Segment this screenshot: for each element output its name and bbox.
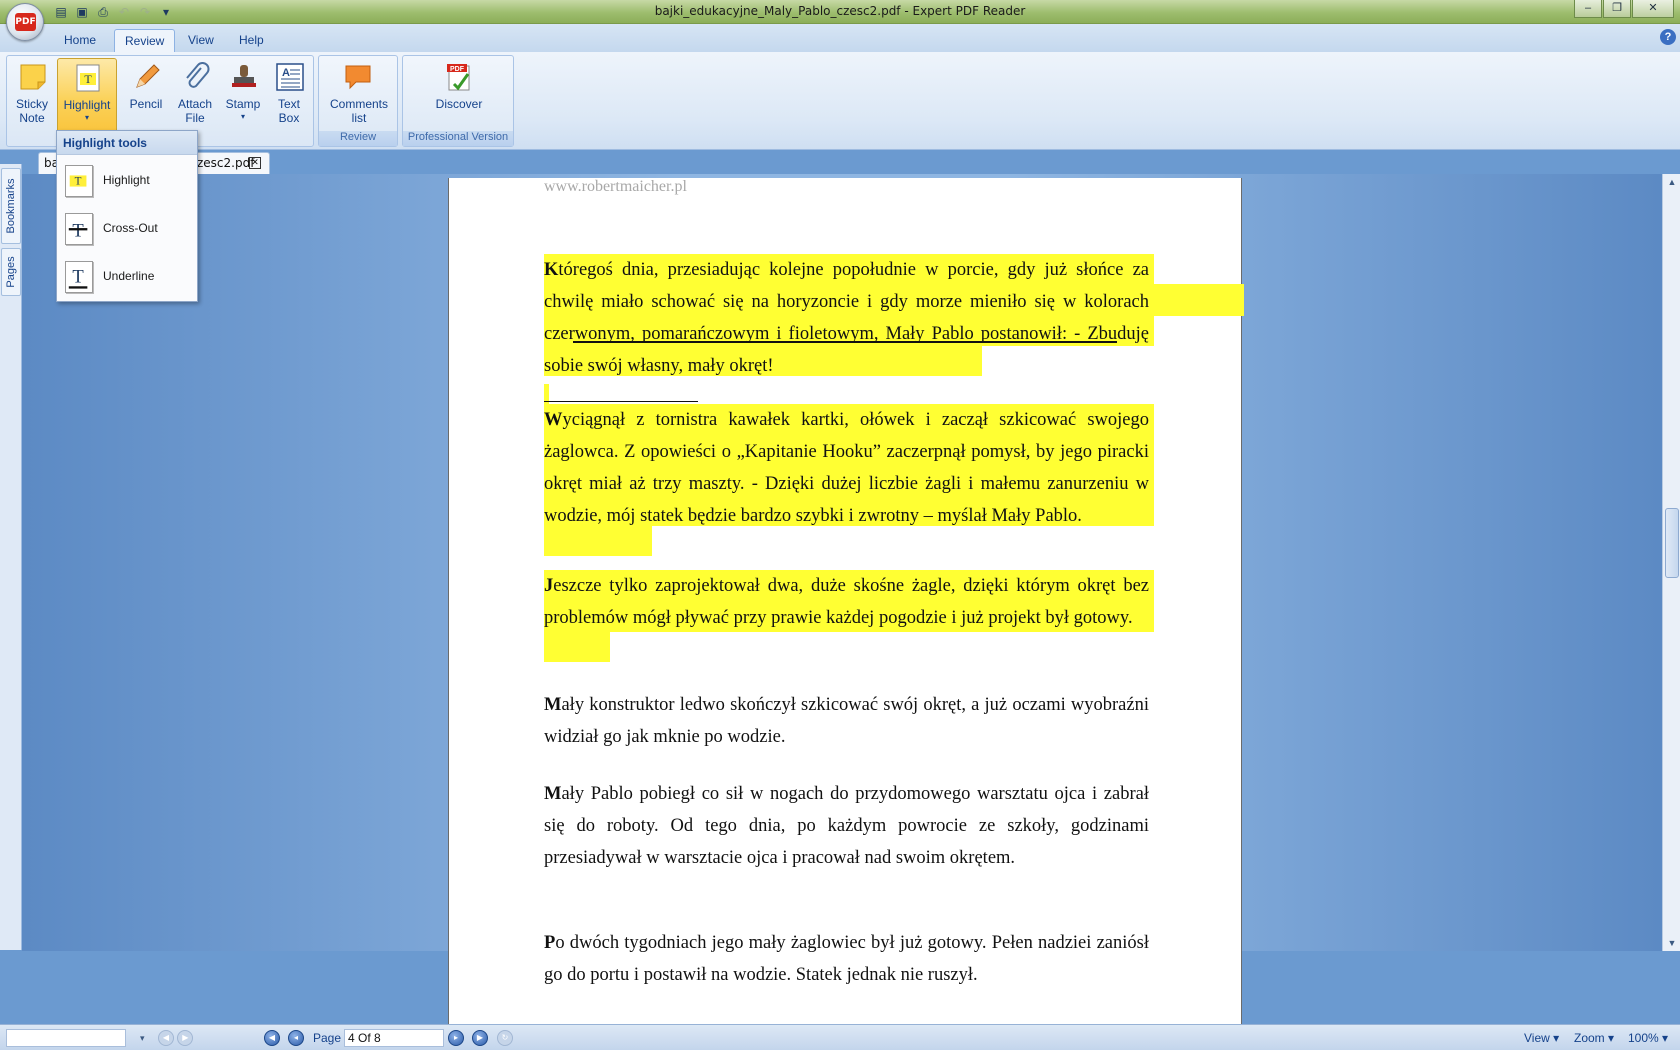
zoom-level[interactable]: 100% ▾ bbox=[1628, 1029, 1668, 1047]
search-field[interactable] bbox=[6, 1029, 126, 1047]
menu-header: Highlight tools bbox=[57, 131, 197, 155]
discover-button[interactable]: PDF Discover bbox=[435, 58, 483, 128]
cross-out-icon: T bbox=[65, 213, 93, 245]
paragraph: Po dwóch tygodniach jego mały żaglowiec … bbox=[544, 933, 1149, 985]
refresh-icon[interactable]: ↻ bbox=[497, 1029, 513, 1047]
paperclip-icon bbox=[186, 62, 210, 88]
pencil-icon bbox=[136, 64, 160, 88]
comments-list-button[interactable]: Comments list bbox=[330, 58, 388, 128]
pencil-button[interactable]: Pencil bbox=[122, 58, 170, 128]
tab-view[interactable]: View bbox=[178, 29, 224, 52]
scroll-up-icon[interactable]: ▲ bbox=[1663, 174, 1680, 190]
back-arrows-icon[interactable]: ◀ ▶ bbox=[158, 1029, 194, 1047]
page-header-website: www.robertmaicher.pl bbox=[544, 178, 687, 195]
status-bar: ▾ ◀ ▶ ◀ ◂ Page 4 Of 8 ▸ ▶ ↻ View ▾ Zoom … bbox=[0, 1024, 1680, 1050]
side-panel-tabs: Bookmarks Pages bbox=[0, 164, 22, 950]
menu-item-underline[interactable]: T Underline bbox=[61, 257, 193, 297]
last-page-icon[interactable]: ▶ bbox=[472, 1029, 488, 1047]
highlight-tools-menu: Highlight tools T Highlight T Cross-Out … bbox=[56, 130, 198, 302]
svg-text:T: T bbox=[75, 176, 82, 188]
highlight-button[interactable]: T Highlight ▾ bbox=[57, 58, 117, 134]
page-number-field[interactable]: 4 Of 8 bbox=[344, 1029, 444, 1047]
highlight-mark bbox=[544, 630, 610, 662]
paragraph: Jeszcze tylko zaprojektował dwa, duże sk… bbox=[544, 576, 1149, 628]
pdf-logo-icon: PDF bbox=[15, 13, 36, 31]
tab-review[interactable]: Review bbox=[114, 29, 176, 52]
paragraph: Mały konstruktor ledwo skończył szkicowa… bbox=[544, 695, 1149, 747]
dropdown-arrow-icon: ▾ bbox=[240, 112, 245, 121]
view-menu[interactable]: View ▾ bbox=[1524, 1029, 1559, 1047]
close-tab-icon[interactable]: ✕ bbox=[249, 157, 261, 169]
minimize-button[interactable]: – bbox=[1574, 0, 1602, 18]
sticky-note-button[interactable]: Sticky Note bbox=[8, 58, 56, 128]
zoom-menu[interactable]: Zoom ▾ bbox=[1574, 1029, 1614, 1047]
pdf-discover-icon: PDF bbox=[447, 64, 470, 91]
svg-text:A: A bbox=[282, 67, 290, 79]
review-group: Comments list Review bbox=[318, 55, 398, 147]
attach-file-button[interactable]: Attach File bbox=[171, 58, 219, 128]
restore-button[interactable]: ❐ bbox=[1603, 0, 1631, 18]
help-icon[interactable]: ? bbox=[1660, 29, 1676, 45]
dropdown-arrow-icon: ▾ bbox=[84, 113, 89, 122]
scroll-down-icon[interactable]: ▼ bbox=[1663, 935, 1680, 951]
ribbon: Sticky Note T Highlight ▾ Pencil Attach … bbox=[0, 52, 1680, 150]
highlight-icon: T bbox=[76, 64, 100, 92]
menu-item-cross-out[interactable]: T Cross-Out bbox=[61, 209, 193, 249]
close-button[interactable]: ✕ bbox=[1632, 0, 1674, 18]
previous-page-icon[interactable]: ◂ bbox=[288, 1029, 304, 1047]
svg-text:T: T bbox=[72, 267, 84, 288]
underline-icon: T bbox=[65, 261, 93, 293]
menu-item-highlight[interactable]: T Highlight bbox=[61, 161, 193, 201]
paragraph: Mały Pablo pobiegł co sił w nogach do pr… bbox=[544, 784, 1149, 868]
text-box-icon: A bbox=[276, 63, 304, 91]
svg-text:T: T bbox=[84, 72, 92, 86]
page-label: Page bbox=[313, 1031, 342, 1045]
vertical-scrollbar[interactable]: ▲ ▼ bbox=[1662, 174, 1680, 951]
tab-bookmarks[interactable]: Bookmarks bbox=[1, 168, 21, 244]
pdf-page: www.robertmaicher.pl Któregoś dnia, prze… bbox=[448, 178, 1244, 1050]
first-page-icon[interactable]: ◀ bbox=[264, 1029, 280, 1047]
svg-text:T: T bbox=[72, 220, 84, 241]
scroll-thumb[interactable] bbox=[1665, 508, 1679, 578]
tab-help[interactable]: Help bbox=[229, 29, 274, 52]
next-page-icon[interactable]: ▸ bbox=[448, 1029, 464, 1047]
window-title: bajki_edukacyjne_Maly_Pablo_czesc2.pdf -… bbox=[654, 4, 1026, 18]
stamp-button[interactable]: Stamp ▾ bbox=[219, 58, 267, 128]
sticky-note-icon bbox=[20, 64, 46, 90]
text-box-button[interactable]: A Text Box bbox=[265, 58, 313, 128]
title-bar: ▤ ▣ ⎙ ↶ ↷ ▾ bajki_edukacyjne_Maly_Pablo_… bbox=[0, 0, 1680, 24]
stamp-icon bbox=[232, 65, 256, 87]
underline-mark bbox=[544, 401, 698, 402]
tab-home[interactable]: Home bbox=[54, 29, 106, 52]
svg-text:PDF: PDF bbox=[450, 66, 465, 73]
paragraph: Wyciągnął z tornistra kawałek kartki, oł… bbox=[544, 410, 1149, 526]
ribbon-tabs: Home Review View Help ? bbox=[0, 24, 1680, 52]
window-controls: – ❐ ✕ bbox=[1574, 0, 1674, 18]
paragraph: Któregoś dnia, przesiadując kolejne popo… bbox=[544, 260, 1149, 376]
professional-version-group: PDF Discover Professional Version bbox=[402, 55, 514, 147]
search-options-icon[interactable]: ▾ bbox=[140, 1029, 145, 1047]
tab-pages[interactable]: Pages bbox=[1, 248, 21, 296]
comment-bubble-icon bbox=[345, 65, 371, 90]
highlight-tool-icon: T bbox=[65, 165, 93, 197]
app-menu-button[interactable]: PDF bbox=[6, 3, 44, 41]
